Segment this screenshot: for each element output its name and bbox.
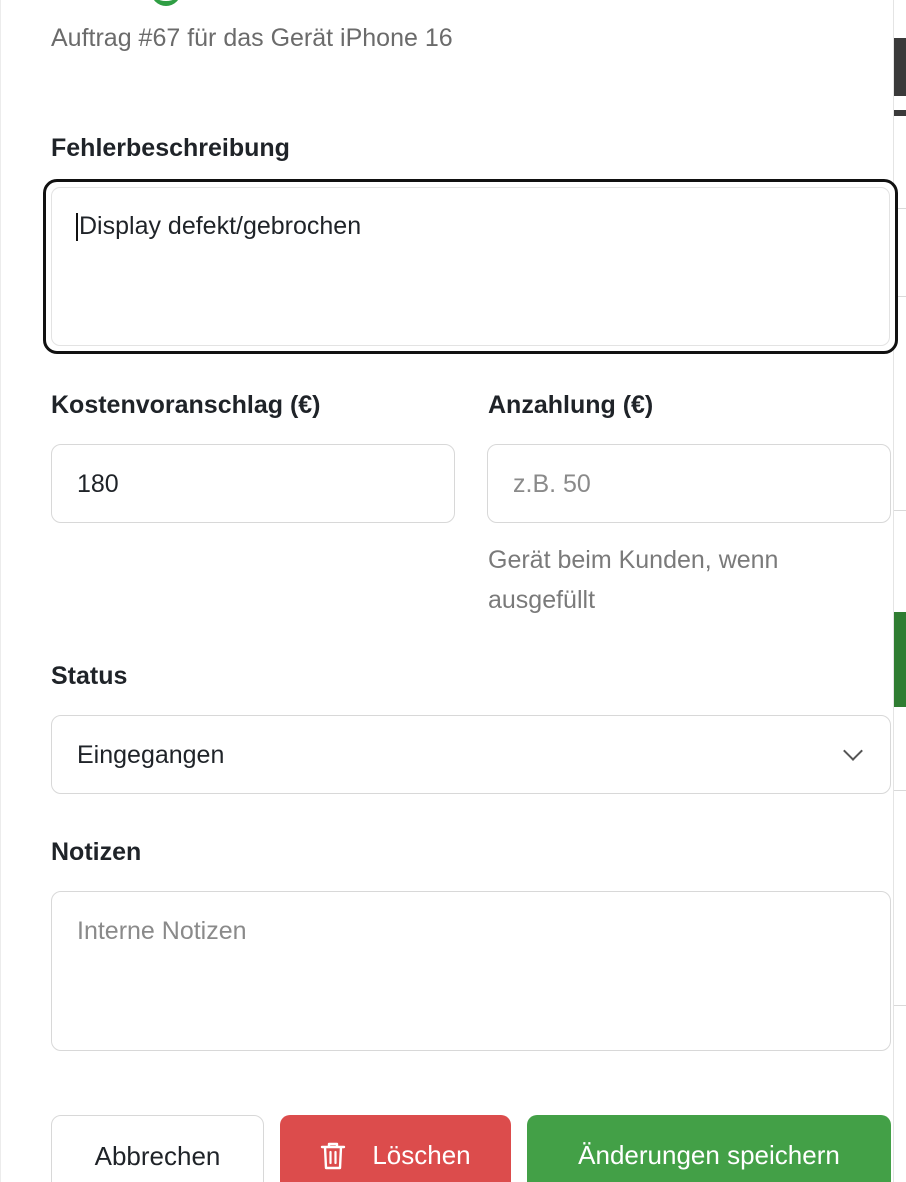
chevron-down-icon xyxy=(843,741,863,761)
cancel-button-label: Abbrechen xyxy=(94,1141,221,1171)
error-description-value: Display defekt/gebrochen xyxy=(79,212,362,240)
background-band xyxy=(894,110,906,116)
deposit-placeholder: z.B. 50 xyxy=(513,470,591,498)
deposit-help-text: Gerät beim Kunden, wenn ausgefüllt xyxy=(488,546,779,614)
deposit-input[interactable]: z.B. 50 xyxy=(487,444,891,523)
error-description-textarea[interactable]: Display defekt/gebrochen xyxy=(43,179,898,354)
notes-textarea[interactable]: Interne Notizen xyxy=(51,891,891,1051)
background-divider xyxy=(894,510,906,511)
status-selected-value: Eingegangen xyxy=(77,741,225,769)
modal-subtitle: Auftrag #67 für das Gerät iPhone 16 xyxy=(51,24,453,52)
deposit-label: Anzahlung (€) xyxy=(488,391,654,419)
edit-order-modal: Auftrag #67 für das Gerät iPhone 16 Fehl… xyxy=(0,0,898,1182)
save-button-label: Änderungen speichern xyxy=(578,1140,840,1170)
screen: Auftrag #67 für das Gerät iPhone 16 Fehl… xyxy=(0,0,906,1182)
status-label: Status xyxy=(51,662,128,690)
background-page-edge xyxy=(893,0,906,1182)
estimate-label: Kostenvoranschlag (€) xyxy=(51,391,321,419)
notes-label: Notizen xyxy=(51,838,142,866)
notes-placeholder: Interne Notizen xyxy=(77,917,247,945)
delete-button[interactable]: Löschen xyxy=(280,1115,511,1182)
trash-icon xyxy=(320,1141,346,1178)
delete-button-label: Löschen xyxy=(372,1140,471,1170)
cancel-button[interactable]: Abbrechen xyxy=(51,1115,264,1182)
estimate-value: 180 xyxy=(77,470,119,498)
header-icon-fragment xyxy=(151,0,181,6)
status-select[interactable]: Eingegangen xyxy=(51,715,891,794)
error-description-label: Fehlerbeschreibung xyxy=(51,134,290,162)
text-caret xyxy=(76,213,78,241)
textarea-inner-border xyxy=(51,187,890,346)
save-changes-button[interactable]: Änderungen speichern xyxy=(527,1115,891,1182)
background-green-band xyxy=(894,612,906,707)
background-divider xyxy=(894,1005,906,1006)
background-header-band xyxy=(894,38,906,96)
estimate-input[interactable]: 180 xyxy=(51,444,455,523)
background-divider xyxy=(894,790,906,791)
